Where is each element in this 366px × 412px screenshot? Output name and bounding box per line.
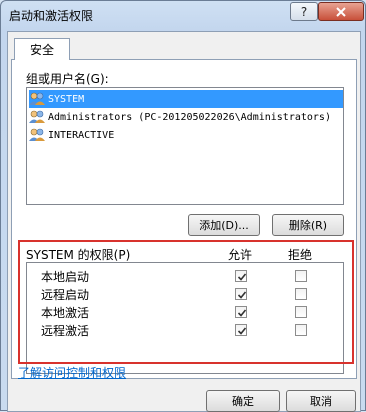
close-button[interactable]: [318, 2, 364, 21]
security-tab-panel: 组或用户名(G): SYSTEM Administrators (PC-2012…: [11, 59, 357, 379]
window-title: 启动和激活权限: [9, 9, 94, 23]
user-group-icon: [29, 110, 45, 123]
annotation-highlight-frame: [18, 240, 354, 364]
help-button[interactable]: ?: [290, 2, 318, 21]
help-icon: ?: [300, 4, 308, 19]
user-group-icon: [29, 92, 45, 105]
learn-access-control-link[interactable]: 了解访问控制和权限: [18, 364, 126, 381]
tab-security[interactable]: 安全: [14, 38, 70, 60]
remove-button[interactable]: 删除(R): [272, 214, 344, 236]
title-bar[interactable]: 启动和激活权限 ?: [1, 1, 365, 29]
user-group-icon: [29, 128, 45, 141]
tab-security-label: 安全: [29, 43, 54, 57]
list-item[interactable]: INTERACTIVE: [29, 126, 114, 144]
list-item-label: INTERACTIVE: [48, 129, 115, 141]
close-icon: [336, 6, 346, 17]
cancel-button[interactable]: 取消: [286, 390, 356, 412]
permissions-dialog: 启动和激活权限 ? 安全 组或用户名(G): SYSTEM Administra…: [0, 0, 366, 412]
add-button[interactable]: 添加(D)...: [188, 214, 260, 236]
list-item-label: SYSTEM: [48, 93, 85, 105]
ok-button[interactable]: 确定: [206, 390, 280, 412]
list-item[interactable]: SYSTEM: [29, 90, 343, 108]
list-item[interactable]: Administrators (PC-201205022026\Administ…: [29, 108, 331, 126]
groups-label: 组或用户名(G):: [26, 72, 109, 86]
dialog-client: 安全 组或用户名(G): SYSTEM Administrators (PC-2…: [7, 31, 361, 412]
list-item-label: Administrators (PC-201205022026\Administ…: [48, 111, 331, 123]
groups-listbox[interactable]: SYSTEM Administrators (PC-201205022026\A…: [26, 87, 344, 205]
